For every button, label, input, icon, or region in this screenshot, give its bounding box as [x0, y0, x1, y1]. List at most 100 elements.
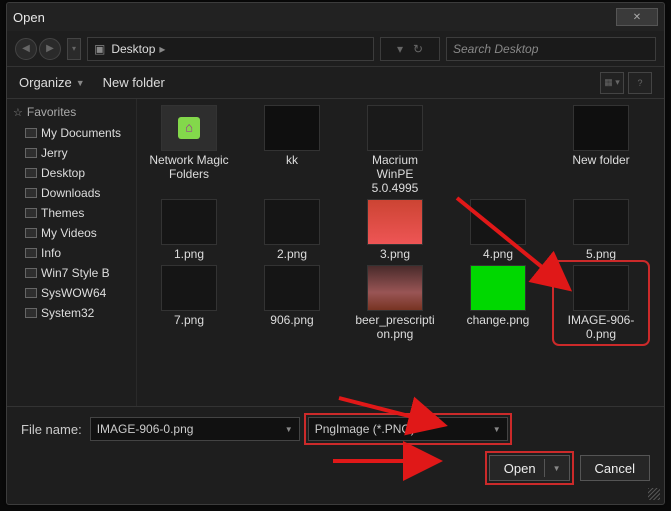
file-thumbnail — [264, 199, 320, 245]
file-list[interactable]: ⌂Network Magic Folders kk Macrium WinPE 5.… — [137, 99, 664, 406]
new-folder-button[interactable]: New folder — [103, 75, 165, 90]
file-thumbnail — [573, 199, 629, 245]
breadcrumb[interactable]: ▣ Desktop ▸ — [87, 37, 374, 61]
file-item[interactable]: 4.png — [454, 199, 542, 261]
file-thumbnail — [161, 265, 217, 311]
titlebar: Open ✕ — [7, 3, 664, 31]
chevron-down-icon: ▼ — [285, 425, 293, 434]
sidebar-item[interactable]: Win7 Style B — [13, 263, 136, 283]
cancel-button[interactable]: Cancel — [580, 455, 650, 481]
toolbar: Organize ▼ New folder ▦ ▾ ? — [7, 67, 664, 99]
resize-grip[interactable] — [648, 488, 660, 500]
main-area: Favorites My DocumentsJerryDesktopDownlo… — [7, 99, 664, 406]
file-item[interactable]: beer_prescription.png — [351, 265, 439, 341]
path-refresh[interactable]: ▾↻ — [380, 37, 440, 61]
organize-menu[interactable]: Organize ▼ — [19, 75, 85, 90]
file-label: 4.png — [457, 245, 539, 261]
file-thumbnail — [573, 265, 629, 311]
sidebar-item[interactable]: Downloads — [13, 183, 136, 203]
file-thumbnail — [161, 199, 217, 245]
file-label: 2.png — [251, 245, 333, 261]
sidebar-item[interactable]: Themes — [13, 203, 136, 223]
filetype-select[interactable]: PngImage (*.PNG) ▼ — [308, 417, 508, 441]
folder-icon — [25, 188, 37, 198]
chevron-right-icon: ▸ — [159, 42, 165, 56]
file-item[interactable]: 2.png — [248, 199, 336, 261]
file-item[interactable]: 3.png — [351, 199, 439, 261]
window-title: Open — [13, 10, 45, 25]
folder-icon — [25, 228, 37, 238]
file-thumbnail — [264, 105, 320, 151]
folder-icon — [25, 288, 37, 298]
search-input[interactable]: Search Desktop — [446, 37, 656, 61]
help-button[interactable]: ? — [628, 72, 652, 94]
folder-icon: ▣ — [94, 42, 105, 56]
file-label: beer_prescription.png — [354, 311, 436, 341]
nav-history-dropdown[interactable]: ▾ — [67, 38, 81, 60]
folder-icon — [25, 268, 37, 278]
sidebar-item[interactable]: Desktop — [13, 163, 136, 183]
breadcrumb-location: Desktop — [111, 42, 155, 56]
file-label: IMAGE-906-0.png — [560, 311, 642, 341]
sidebar-item[interactable]: My Documents — [13, 123, 136, 143]
file-thumbnail — [573, 105, 629, 151]
file-thumbnail: ⌂ — [161, 105, 217, 151]
search-placeholder: Search Desktop — [453, 42, 538, 56]
sidebar-item[interactable]: My Videos — [13, 223, 136, 243]
file-label: 906.png — [251, 311, 333, 327]
folder-icon — [25, 308, 37, 318]
folder-icon — [25, 148, 37, 158]
folder-icon — [25, 208, 37, 218]
file-thumbnail — [470, 265, 526, 311]
nav-back-button[interactable]: ◀ — [15, 38, 37, 60]
file-item[interactable]: 7.png — [145, 265, 233, 341]
open-file-dialog: Open ✕ ◀ ▶ ▾ ▣ Desktop ▸ ▾↻ Search Deskt… — [6, 2, 665, 505]
star-icon — [13, 105, 23, 119]
file-thumbnail — [470, 199, 526, 245]
file-item[interactable]: Macrium WinPE 5.0.4995 — [351, 105, 439, 195]
filename-label: File name: — [21, 422, 82, 437]
chevron-down-icon: ▼ — [76, 78, 85, 88]
file-item[interactable]: change.png — [454, 265, 542, 341]
file-item[interactable]: ⌂Network Magic Folders — [145, 105, 233, 195]
view-controls: ▦ ▾ ? — [600, 72, 652, 94]
file-label: kk — [251, 151, 333, 167]
chevron-down-icon: ▼ — [493, 425, 501, 434]
sidebar-item[interactable]: Jerry — [13, 143, 136, 163]
nav-forward-button[interactable]: ▶ — [39, 38, 61, 60]
folder-icon — [25, 168, 37, 178]
file-label: 3.png — [354, 245, 436, 261]
file-item[interactable]: 5.png — [557, 199, 645, 261]
file-item[interactable]: 1.png — [145, 199, 233, 261]
file-label: Network Magic Folders — [148, 151, 230, 181]
file-label: Macrium WinPE 5.0.4995 — [354, 151, 436, 195]
file-label: change.png — [457, 311, 539, 327]
filename-input[interactable]: IMAGE-906-0.png ▼ — [90, 417, 300, 441]
sidebar-header-favorites[interactable]: Favorites — [13, 105, 136, 119]
footer: File name: IMAGE-906-0.png ▼ PngImage (*… — [7, 406, 664, 489]
file-thumbnail — [264, 265, 320, 311]
view-mode-button[interactable]: ▦ ▾ — [600, 72, 624, 94]
file-thumbnail — [367, 265, 423, 311]
file-label: 5.png — [560, 245, 642, 261]
sidebar: Favorites My DocumentsJerryDesktopDownlo… — [7, 99, 137, 406]
file-thumbnail — [367, 199, 423, 245]
file-label: New folder — [560, 151, 642, 167]
file-item[interactable]: New folder — [557, 105, 645, 195]
sidebar-item[interactable]: Info — [13, 243, 136, 263]
nav-buttons: ◀ ▶ — [15, 38, 61, 60]
sidebar-item[interactable]: System32 — [13, 303, 136, 323]
file-item[interactable]: kk — [248, 105, 336, 195]
chevron-down-icon: ▼ — [553, 464, 561, 473]
file-item[interactable]: IMAGE-906-0.png — [557, 265, 645, 341]
file-thumbnail — [367, 105, 423, 151]
file-label: 7.png — [148, 311, 230, 327]
folder-icon — [25, 248, 37, 258]
file-item[interactable]: 906.png — [248, 265, 336, 341]
open-button[interactable]: Open ▼ — [489, 455, 570, 481]
close-button[interactable]: ✕ — [616, 8, 658, 26]
file-label: 1.png — [148, 245, 230, 261]
nav-bar: ◀ ▶ ▾ ▣ Desktop ▸ ▾↻ Search Desktop — [7, 31, 664, 67]
sidebar-item[interactable]: SysWOW64 — [13, 283, 136, 303]
folder-icon — [25, 128, 37, 138]
